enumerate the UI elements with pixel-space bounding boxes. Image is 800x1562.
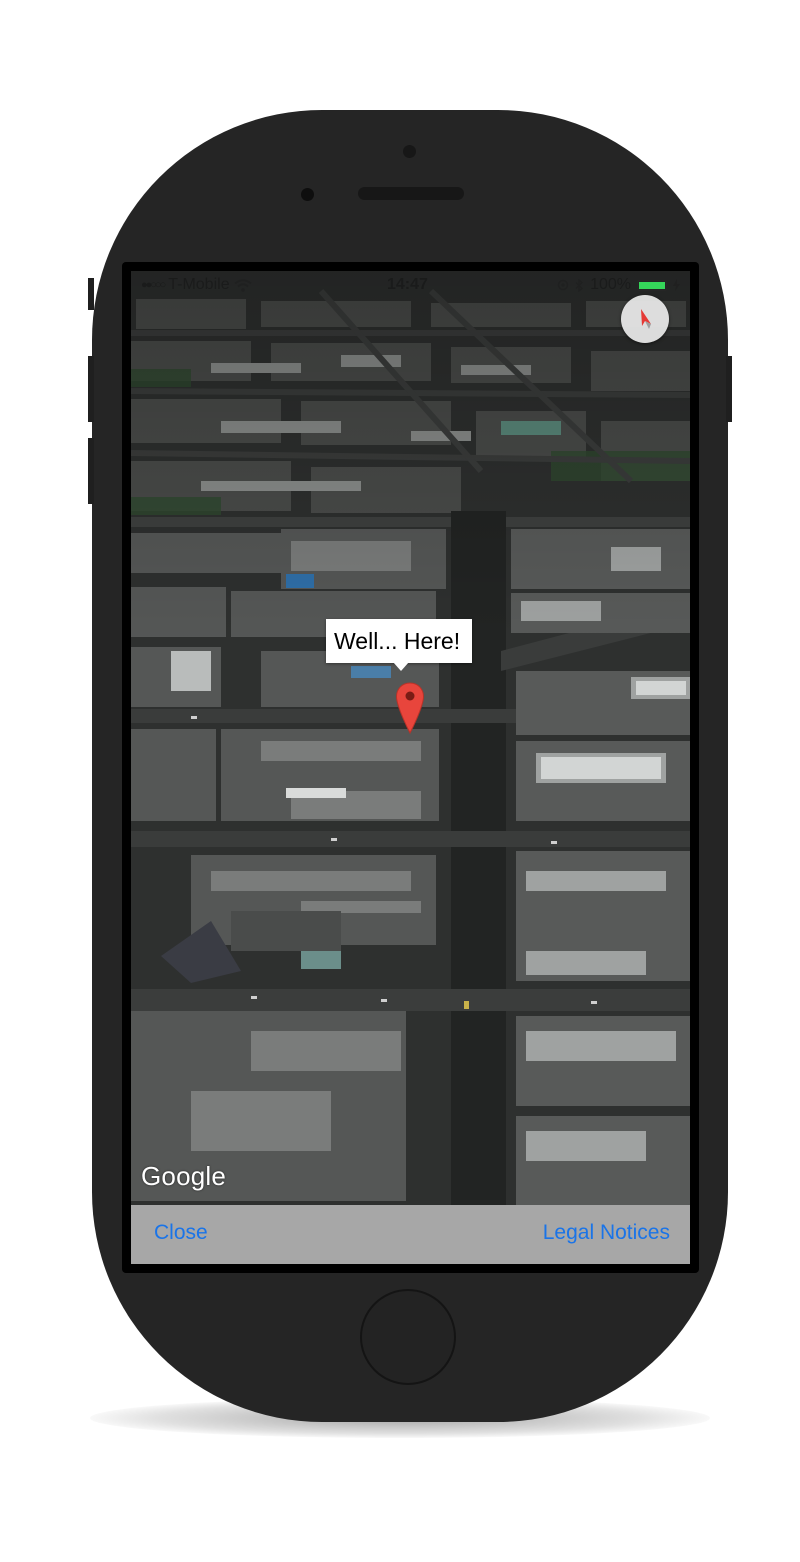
map-pin-icon[interactable] [395, 682, 425, 734]
proximity-sensor [403, 145, 416, 158]
battery-fill [639, 281, 665, 289]
satellite-imagery [131, 271, 690, 1205]
power-button [726, 356, 732, 422]
status-bar: ●●○○○ T-Mobile 14:47 100% [131, 271, 690, 297]
marker-info-text: Well... Here! [334, 628, 461, 654]
volume-down-button [88, 438, 94, 504]
charging-icon [673, 279, 680, 291]
compass-button[interactable] [621, 295, 669, 343]
battery-icon [637, 279, 667, 291]
mute-switch [88, 278, 94, 310]
satellite-map[interactable]: ●●○○○ T-Mobile 14:47 100% Well... Here! … [131, 271, 690, 1205]
volume-up-button [88, 356, 94, 422]
status-right: 100% [557, 276, 680, 294]
location-icon [557, 279, 569, 291]
bluetooth-icon [575, 278, 584, 292]
close-button[interactable]: Close [154, 1221, 208, 1245]
compass-needle-icon [641, 309, 651, 329]
screen: ●●○○○ T-Mobile 14:47 100% Well... Here! … [122, 262, 699, 1273]
legal-notices-button[interactable]: Legal Notices [543, 1221, 670, 1245]
battery-percent: 100% [590, 276, 631, 293]
google-attribution-logo: Google [141, 1161, 227, 1191]
status-left: ●●○○○ T-Mobile [141, 276, 252, 294]
home-button[interactable] [360, 1289, 456, 1385]
signal-strength-icon: ●●○○○ [141, 279, 166, 291]
status-time: 14:47 [387, 276, 428, 293]
front-camera [301, 188, 314, 201]
bottom-toolbar: Close Legal Notices [131, 1205, 690, 1264]
page: ●●○○○ T-Mobile 14:47 100% Well... Here! … [0, 0, 800, 1562]
carrier-name: T-Mobile [168, 276, 230, 293]
info-window-tail [393, 662, 409, 671]
marker-info-window[interactable]: Well... Here! [326, 619, 473, 663]
earpiece-speaker [358, 187, 464, 200]
wifi-icon [233, 278, 252, 292]
